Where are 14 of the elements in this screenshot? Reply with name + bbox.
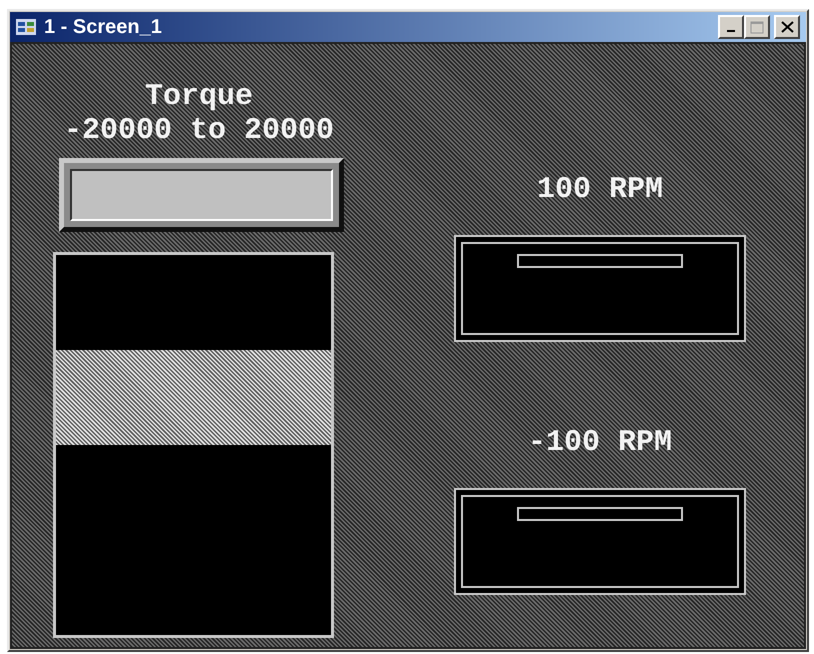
torque-range-label: -20000 to 20000 bbox=[62, 114, 336, 148]
torque-field[interactable] bbox=[59, 158, 344, 232]
window-title: 1 - Screen_1 bbox=[44, 17, 162, 37]
rpm-button[interactable] bbox=[454, 235, 746, 342]
torque-label: Torque bbox=[144, 80, 254, 114]
rpm-label: -100 RPM bbox=[526, 426, 674, 460]
minimize-icon bbox=[727, 30, 735, 32]
rpm-label: 100 RPM bbox=[536, 173, 664, 207]
close-icon bbox=[780, 21, 794, 33]
app-icon bbox=[16, 19, 36, 35]
rpm-button[interactable] bbox=[454, 488, 746, 595]
maximize-icon bbox=[750, 20, 764, 34]
minimize-button[interactable] bbox=[718, 15, 744, 39]
close-button[interactable] bbox=[774, 15, 800, 39]
